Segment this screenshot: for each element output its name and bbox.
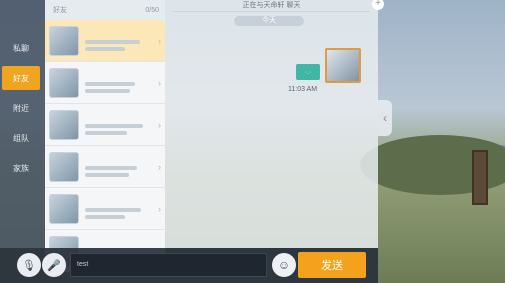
friend-count: 0/50 <box>145 6 159 14</box>
status-line <box>85 130 127 135</box>
chat-panel: 正在与天命轩 聊天 + 今天 ·.· 11:03 AM <box>165 0 384 248</box>
tab-friends[interactable]: 好友 <box>2 66 40 90</box>
watch-tower <box>472 150 488 205</box>
friend-row[interactable]: › <box>45 188 165 230</box>
avatar <box>49 25 79 56</box>
voice-button[interactable]: 🎤 <box>42 253 66 277</box>
chevron-right-icon: › <box>158 77 161 88</box>
friend-row[interactable]: › <box>45 20 165 62</box>
friend-name <box>85 28 158 37</box>
status-line <box>85 123 143 128</box>
chevron-right-icon: › <box>158 161 161 172</box>
friend-list-title: 好友 <box>53 7 67 14</box>
status-line <box>85 207 141 212</box>
tab-nearby[interactable]: 附近 <box>2 96 40 120</box>
chevron-right-icon: › <box>158 35 161 46</box>
friend-list: 好友 0/50 › › › › › <box>45 0 165 272</box>
mic-icon: 🎙 <box>22 259 36 272</box>
friend-row[interactable]: › <box>45 62 165 104</box>
friend-name <box>85 196 158 205</box>
avatar <box>49 67 79 98</box>
emoji-button[interactable]: ☺ <box>272 253 296 277</box>
status-line <box>85 46 125 51</box>
message-input[interactable]: test <box>70 253 267 277</box>
input-bar: 🎙 🎤 test ☺ 发送 <box>0 248 378 283</box>
avatar <box>49 109 79 140</box>
friend-name <box>85 112 158 121</box>
friend-row[interactable]: › <box>45 146 165 188</box>
status-line <box>85 88 130 93</box>
channel-rail: 私聊 好友 附近 组队 家族 <box>0 0 45 248</box>
tab-chat[interactable]: 私聊 <box>2 36 40 60</box>
status-line <box>85 81 135 86</box>
friend-list-header: 好友 0/50 <box>45 0 165 20</box>
message-time: 11:03 AM <box>288 86 318 93</box>
avatar <box>49 193 79 224</box>
tab-team[interactable]: 组队 <box>2 126 40 150</box>
emoji-icon: ☺ <box>277 258 291 272</box>
voice-to-text-button[interactable]: 🎙 <box>17 253 41 277</box>
tab-clan[interactable]: 家族 <box>2 156 40 180</box>
friend-name <box>85 70 158 79</box>
collapse-panel-button[interactable]: ‹ <box>378 100 392 136</box>
chevron-left-icon: ‹ <box>383 111 387 125</box>
send-button[interactable]: 发送 <box>298 252 366 278</box>
chevron-right-icon: › <box>158 203 161 214</box>
chevron-right-icon: › <box>158 119 161 130</box>
friend-row[interactable]: › <box>45 104 165 146</box>
date-divider: 今天 <box>234 16 304 26</box>
message-bubble[interactable]: ·.· <box>296 64 320 80</box>
status-line <box>85 165 137 170</box>
status-line <box>85 214 125 219</box>
mic-icon: 🎤 <box>47 259 61 272</box>
status-line <box>85 39 140 44</box>
status-line <box>85 172 129 177</box>
avatar[interactable] <box>325 48 361 83</box>
friend-name <box>85 154 158 163</box>
chat-header: 正在与天命轩 聊天 <box>173 0 370 12</box>
avatar <box>49 151 79 182</box>
